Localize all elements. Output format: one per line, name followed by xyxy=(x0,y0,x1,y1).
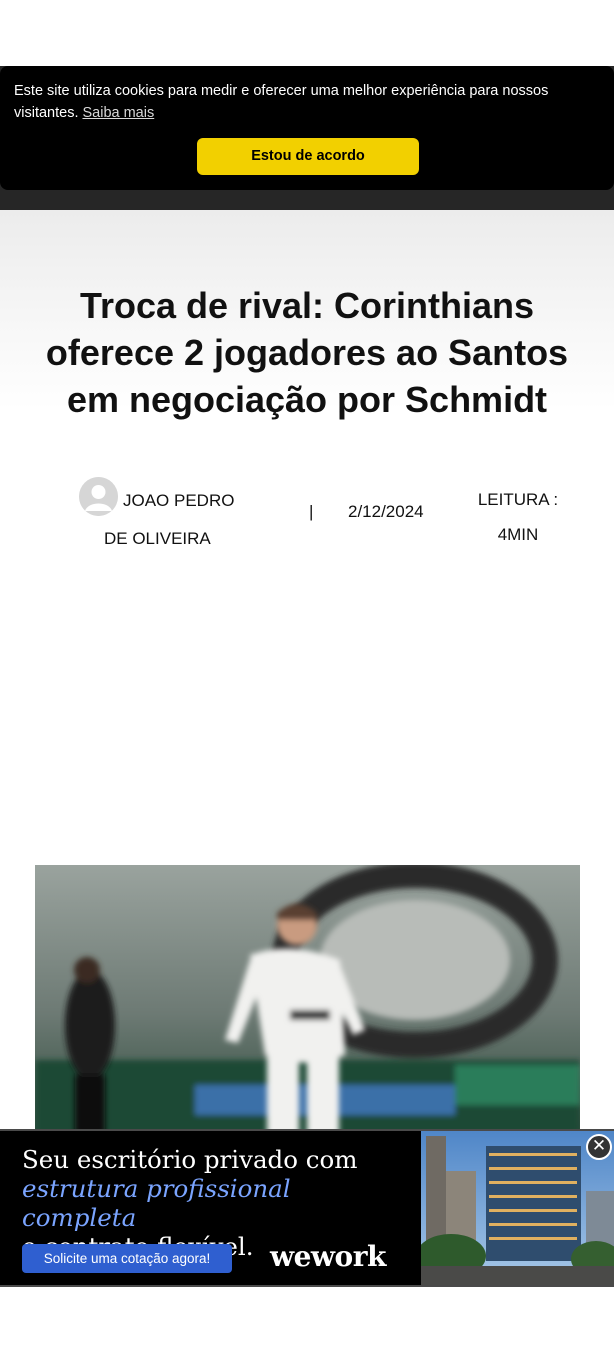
author-second-line: DE OLIVEIRA xyxy=(104,529,211,548)
ad-building-image xyxy=(421,1131,614,1285)
page: Este site utiliza cookies para medir e o… xyxy=(0,0,614,1364)
building-photo-icon xyxy=(421,1131,614,1285)
close-icon[interactable]: ✕ xyxy=(586,1134,612,1160)
author-name[interactable]: JOAO PEDRO DE OLIVEIRA xyxy=(78,482,238,558)
ad-line-2: estrutura profissional completa xyxy=(22,1174,291,1232)
ad-line-1: Seu escritório privado com xyxy=(22,1145,358,1174)
byline-separator: | xyxy=(309,502,314,521)
reading-time: LEITURA : 4MIN xyxy=(468,482,568,552)
wework-logo: wework xyxy=(270,1240,386,1273)
football-photo-icon xyxy=(35,865,580,1135)
bottom-advertisement[interactable]: Seu escritório privado com estrutura pro… xyxy=(0,1129,614,1287)
article-title: Troca de rival: Corinthians oferece 2 jo… xyxy=(45,285,569,420)
ad-quote-button[interactable]: Solicite uma cotação agora! xyxy=(22,1244,232,1273)
cookie-accept-button[interactable]: Estou de acordo xyxy=(197,138,419,175)
cookie-learn-more-link[interactable]: Saiba mais xyxy=(82,105,154,121)
publish-date: 2/12/2024 xyxy=(348,502,424,521)
author-first-line: JOAO PEDRO xyxy=(123,491,235,510)
cookie-message-wrapper: Este site utiliza cookies para medir e o… xyxy=(14,80,574,124)
article-image xyxy=(35,865,580,1135)
reading-time-label: LEITURA : xyxy=(477,490,559,509)
reading-time-value: 4MIN xyxy=(497,525,539,544)
